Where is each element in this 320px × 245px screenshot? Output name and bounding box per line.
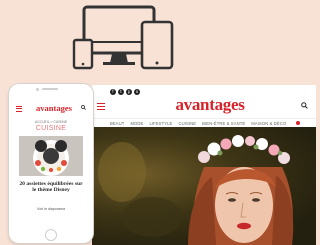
plate-illustration — [19, 136, 83, 176]
nav-item-bien-etre[interactable]: BIEN-ÊTRE & SANTÉ — [202, 121, 245, 126]
slideshow-link[interactable]: Voir le diaporama — [13, 207, 89, 211]
devices-icon — [72, 5, 174, 70]
nav-item-beaute[interactable]: BEAUT — [110, 121, 124, 126]
nav-item-mode[interactable]: MODE — [130, 121, 143, 126]
home-button — [45, 229, 57, 241]
search-icon[interactable] — [81, 105, 86, 110]
nav-item-maison-deco[interactable]: MAISON & DÉCO — [251, 121, 286, 126]
section-title: CUISINE — [35, 125, 67, 132]
search-icon[interactable] — [301, 102, 308, 109]
main-navigation: BEAUT MODE LIFESTYLE CUISINE BIEN-ÊTRE &… — [92, 118, 316, 127]
speaker-icon — [42, 88, 58, 90]
camera-icon — [36, 87, 39, 91]
woman-flower-crown-photo[interactable] — [92, 127, 316, 245]
mobile-website-preview: avantages ACCUEIL > CUISINE CUISINE 20 a… — [9, 84, 93, 243]
site-logo[interactable]: avantages — [21, 103, 87, 113]
site-logo[interactable]: avantages — [92, 95, 316, 115]
nav-more-icon[interactable] — [296, 121, 301, 125]
phone-screen: avantages ACCUEIL > CUISINE CUISINE 20 a… — [13, 96, 89, 225]
hero-illustration — [98, 135, 294, 245]
nav-item-lifestyle[interactable]: LIFESTYLE — [149, 121, 172, 126]
article-title[interactable]: 20 assiettes équilibrées sur le thème Di… — [17, 181, 85, 193]
nav-item-cuisine[interactable]: CUISINE — [178, 121, 196, 126]
disney-themed-plate-photo[interactable] — [19, 136, 83, 176]
breadcrumb[interactable]: ACCUEIL > CUISINE — [13, 120, 89, 124]
desktop-website-preview: f t p o avantages BEAUT MODE LIFESTYLE C… — [92, 85, 316, 245]
